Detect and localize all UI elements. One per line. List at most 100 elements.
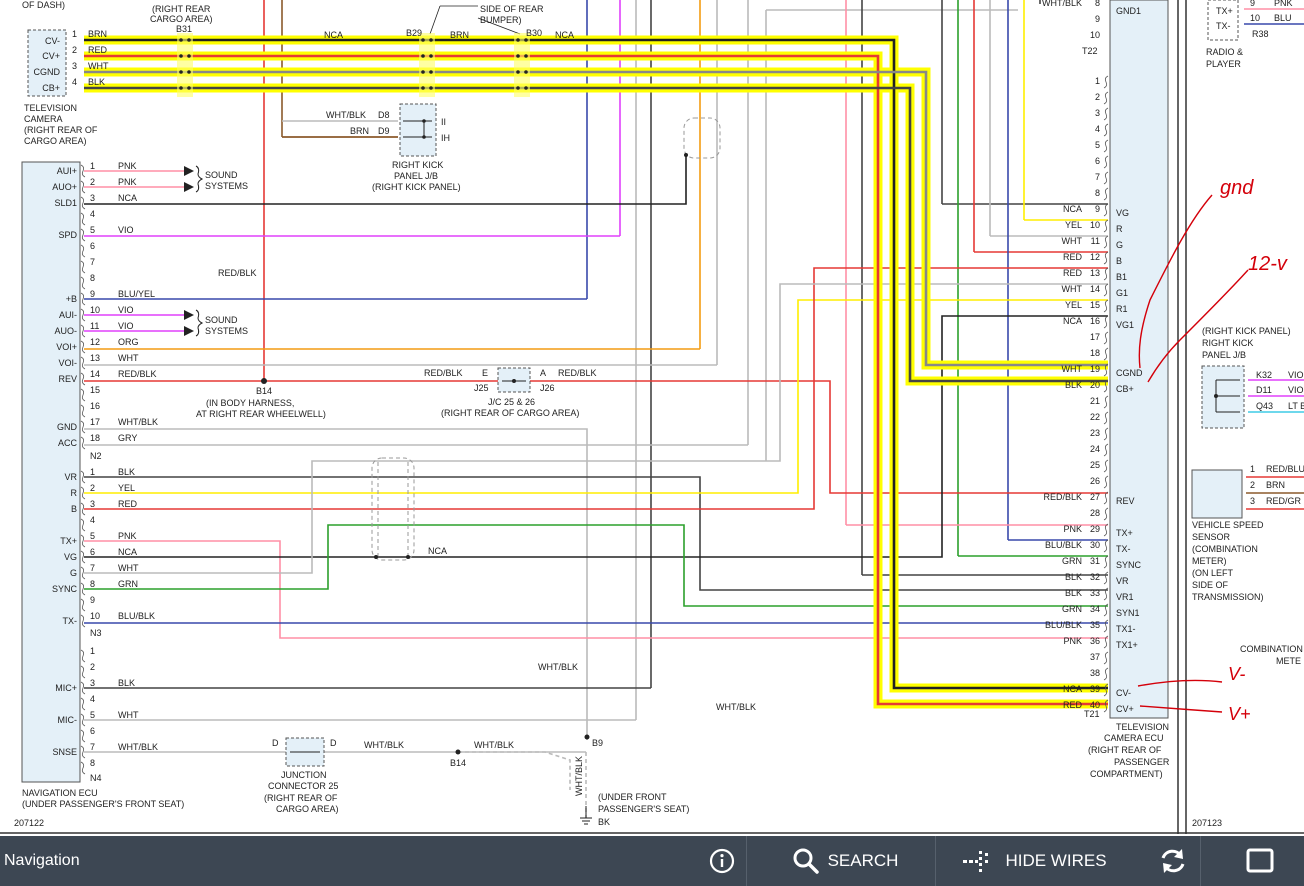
header-fragment: (RIGHT REAR — [152, 4, 211, 14]
info-button[interactable] — [700, 836, 744, 886]
svg-text:VEHICLE SPEED: VEHICLE SPEED — [1192, 520, 1264, 530]
tv-camera-ecu: 8WHT/BLKGND1910123456789NCA VG10YEL R11WHT… — [1042, 0, 1170, 779]
svg-text:BK: BK — [598, 817, 610, 827]
hide-wires-button[interactable]: HIDE WIRES — [944, 836, 1124, 886]
fullscreen-button[interactable] — [1236, 836, 1284, 886]
svg-text:3: 3 — [1250, 496, 1255, 506]
nav-wire-color: RED — [118, 499, 138, 509]
nav-pin-number: 8 — [90, 758, 95, 768]
svg-text:PASSENGER'S SEAT): PASSENGER'S SEAT) — [598, 804, 689, 814]
tv-pin-number: 16 — [1090, 316, 1100, 326]
pin-bracket — [1103, 539, 1109, 553]
tv-pin-label: REV — [1116, 496, 1135, 506]
pin-bracket — [80, 212, 86, 226]
pin-bracket — [1103, 475, 1109, 489]
tv-pin-number: 32 — [1090, 572, 1100, 582]
pin-bracket — [80, 404, 86, 418]
svg-text:N3: N3 — [90, 628, 102, 638]
tv-wire-color: GRN — [1062, 556, 1082, 566]
search-button[interactable]: SEARCH — [760, 836, 930, 886]
pin-bracket — [80, 436, 86, 450]
svg-text:PANEL J/B: PANEL J/B — [1202, 350, 1246, 360]
svg-text:D8: D8 — [378, 110, 390, 120]
body-harness-splice: B14 (IN BODY HARNESS, AT RIGHT REAR WHEE… — [196, 378, 326, 419]
svg-text:(ON LEFT: (ON LEFT — [1192, 568, 1234, 578]
svg-text:(RIGHT REAR OF CARGO AREA): (RIGHT REAR OF CARGO AREA) — [441, 408, 579, 418]
nav-wire-color: GRY — [118, 433, 137, 443]
svg-text:PANEL J/B: PANEL J/B — [394, 171, 438, 181]
tv-pin-label: G — [1116, 240, 1123, 250]
tv-pin-number: 3 — [1095, 108, 1100, 118]
nav-pin-number: 1 — [90, 161, 95, 171]
refresh-button[interactable] — [1150, 836, 1196, 886]
svg-text:BLU: BLU — [1274, 13, 1292, 23]
svg-text:TX-: TX- — [1216, 21, 1231, 31]
svg-text:PLAYER: PLAYER — [1206, 59, 1241, 69]
tv-wire-color: WHT — [1062, 364, 1083, 374]
handwritten-v-plus: V+ — [1228, 704, 1251, 724]
nav-pin-number: 18 — [90, 433, 100, 443]
right-page-id: 207123 — [1192, 818, 1222, 828]
pin-bracket — [1103, 139, 1109, 153]
nav-pin-number: 12 — [90, 337, 100, 347]
tv-pin-label: CV- — [1116, 688, 1131, 698]
tv-pin-label: SYNC — [1116, 560, 1142, 570]
header-fragment: SIDE OF REAR — [480, 4, 544, 14]
svg-text:A: A — [540, 368, 546, 378]
nav-pin-number: 4 — [90, 694, 95, 704]
tv-pin-number: 9 — [1095, 204, 1100, 214]
tv-pin-number: 1 — [1095, 76, 1100, 86]
left-page-id: 207122 — [14, 818, 44, 828]
nav-pin-number: 9 — [90, 289, 95, 299]
pin-bracket — [1103, 91, 1109, 105]
nav-wire-color: BLU/BLK — [118, 611, 155, 621]
toolbar-separator — [746, 836, 747, 886]
tv-pin-number: 18 — [1090, 348, 1100, 358]
navigation-ecu: AUI+ 1 PNK AUO+ 2 PNK SLD1 3 NCA 4 SPD 5 VIO 6 7 8 +B 9 BL… — [21, 161, 184, 809]
svg-text:SYSTEMS: SYSTEMS — [205, 181, 248, 191]
svg-text:CONNECTOR 25: CONNECTOR 25 — [268, 781, 338, 791]
svg-text:D: D — [272, 738, 279, 748]
svg-text:RIGHT KICK: RIGHT KICK — [392, 160, 443, 170]
svg-text:(COMBINATION: (COMBINATION — [1192, 544, 1258, 554]
tv-pin-number: 21 — [1090, 396, 1100, 406]
tv-wire-color: NCA — [1063, 316, 1082, 326]
pin-bracket — [80, 260, 86, 274]
svg-text:N2: N2 — [90, 451, 102, 461]
nav-pin-number: 14 — [90, 369, 100, 379]
tv-wire-color: RED — [1063, 268, 1083, 278]
tv-wire-color: RED — [1063, 700, 1083, 710]
svg-text:PASSENGER: PASSENGER — [1114, 757, 1170, 767]
refresh-icon — [1161, 849, 1185, 873]
svg-text:J26: J26 — [540, 383, 555, 393]
combination-meter-label: COMBINATION — [1240, 644, 1303, 654]
nav-pin-label: VR — [64, 472, 77, 482]
tv-pin-label: CV+ — [1116, 704, 1134, 714]
tv-pin-label: B1 — [1116, 272, 1127, 282]
svg-text:2: 2 — [1250, 480, 1255, 490]
pin-bracket — [1103, 651, 1109, 665]
pin-bracket — [1103, 555, 1109, 569]
nav-pin-number: 10 — [90, 305, 100, 315]
tv-pin-number: 27 — [1090, 492, 1100, 502]
tv-pin-number: 19 — [1090, 364, 1100, 374]
nav-pin-number: 3 — [90, 499, 95, 509]
tv-pin-number: 10 — [1090, 220, 1100, 230]
tv-pin-number: 2 — [1095, 92, 1100, 102]
nav-pin-number: 8 — [90, 273, 95, 283]
svg-text:(RIGHT REAR OF: (RIGHT REAR OF — [264, 793, 338, 803]
svg-text:N4: N4 — [90, 773, 102, 783]
nav-wire-color: WHT — [118, 563, 139, 573]
nav-pin-number: 7 — [90, 563, 95, 573]
nav-pin-number: 6 — [90, 726, 95, 736]
nav-wire-color: PNK — [118, 161, 137, 171]
svg-text:RED/BLK: RED/BLK — [558, 368, 597, 378]
tv-pin-number: 39 — [1090, 684, 1100, 694]
nav-pin-label: VG — [64, 552, 77, 562]
wire-label: WHT/BLK — [364, 740, 404, 750]
pin-bracket — [80, 340, 86, 354]
pin-bracket — [1103, 507, 1109, 521]
vertical-wires — [263, 0, 1108, 720]
nav-pin-label: VOI+ — [56, 342, 77, 352]
svg-text:B29: B29 — [406, 28, 422, 38]
